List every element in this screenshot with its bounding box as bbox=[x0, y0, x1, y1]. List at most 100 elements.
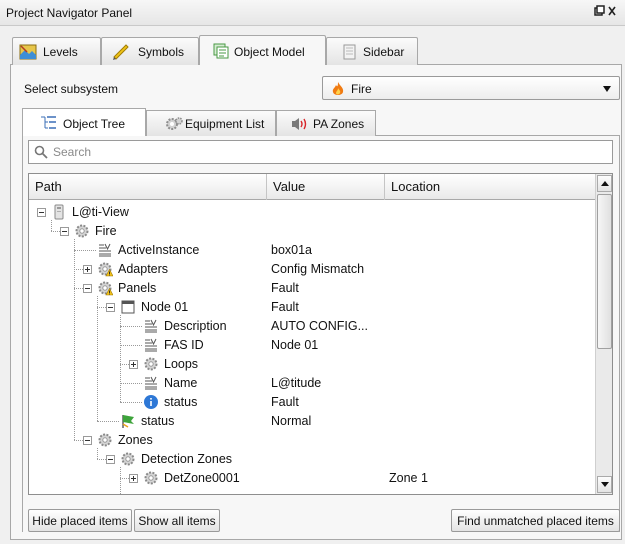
tab-label: Object Model bbox=[234, 45, 305, 59]
column-header-location[interactable]: Location bbox=[385, 174, 597, 200]
tree-row[interactable]: DetZone0001 Zone 1 bbox=[29, 469, 595, 488]
tree-row[interactable]: Name L@titude bbox=[29, 374, 595, 393]
gear-icon bbox=[97, 432, 113, 448]
tree-item-value: box01a bbox=[271, 243, 313, 257]
panel-title-bar: Project Navigator Panel bbox=[0, 0, 625, 26]
tree-item-value: AUTO CONFIG... bbox=[271, 319, 368, 333]
tree-item-name: Name bbox=[164, 376, 198, 390]
collapse-icon[interactable] bbox=[60, 227, 69, 236]
gear-icon bbox=[143, 356, 159, 372]
tree-row[interactable]: status Normal bbox=[29, 412, 595, 431]
panel-icon bbox=[120, 299, 136, 315]
tree-row[interactable]: Node 01 Fault bbox=[29, 298, 595, 317]
tree-item-name: Panels bbox=[118, 281, 157, 295]
show-all-items-button[interactable]: Show all items bbox=[134, 509, 220, 532]
gear-icon bbox=[120, 451, 136, 467]
tree-item-value: Config Mismatch bbox=[271, 262, 365, 276]
tree-header: Path Value Location bbox=[29, 174, 597, 200]
column-header-value[interactable]: Value bbox=[267, 174, 385, 200]
tab-object-tree[interactable]: Object Tree bbox=[22, 108, 146, 136]
symbols-icon bbox=[113, 44, 129, 60]
search-box bbox=[28, 140, 613, 164]
tab-label: Sidebar bbox=[363, 45, 405, 59]
column-label: Path bbox=[35, 179, 62, 194]
tab-symbols[interactable]: Symbols bbox=[101, 37, 199, 65]
collapse-icon[interactable] bbox=[37, 208, 46, 217]
tree-item-location: Zone 1 bbox=[389, 471, 428, 485]
tab-equipment-list[interactable]: Equipment List bbox=[146, 110, 276, 136]
column-label: Location bbox=[391, 179, 441, 194]
property-icon bbox=[97, 242, 113, 258]
gear-icon bbox=[74, 223, 90, 239]
server-icon bbox=[51, 204, 67, 220]
tree-item-name: Node 01 bbox=[141, 300, 189, 314]
tree-item-name: ActiveInstance bbox=[118, 243, 200, 257]
object-tree-view: Path Value Location L@ti-View Fire ActiveI… bbox=[28, 173, 613, 495]
select-subsystem-label: Select subsystem bbox=[24, 82, 119, 96]
tree-item-value: Fault bbox=[271, 300, 299, 314]
collapse-icon[interactable] bbox=[106, 303, 115, 312]
gear-warning-icon bbox=[97, 280, 114, 296]
tree-item-name: status bbox=[164, 395, 198, 409]
tree-item-name: status bbox=[141, 414, 175, 428]
property-icon bbox=[143, 318, 159, 334]
tree-item-name: L@ti-View bbox=[72, 205, 129, 219]
tree-item-name: Loops bbox=[164, 357, 199, 371]
search-input[interactable] bbox=[51, 143, 601, 161]
gear-warning-icon bbox=[97, 261, 114, 277]
property-icon bbox=[143, 375, 159, 391]
tree-row[interactable]: ActiveInstance box01a bbox=[29, 241, 595, 260]
chevron-down-icon bbox=[603, 86, 611, 92]
tab-sidebar[interactable]: Sidebar bbox=[326, 37, 418, 65]
collapse-icon[interactable] bbox=[83, 436, 92, 445]
subsystem-value: Fire bbox=[351, 82, 372, 96]
subsystem-select[interactable]: Fire bbox=[322, 76, 620, 100]
column-header-path[interactable]: Path bbox=[29, 174, 267, 200]
hide-placed-items-button[interactable]: Hide placed items bbox=[28, 509, 132, 532]
scroll-down-arrow[interactable] bbox=[597, 476, 612, 493]
scroll-thumb[interactable] bbox=[597, 194, 612, 349]
scroll-up-arrow[interactable] bbox=[597, 175, 612, 192]
float-icon[interactable] bbox=[593, 4, 617, 21]
tree-row[interactable]: Panels Fault bbox=[29, 279, 595, 298]
tree-item-name: Description bbox=[164, 319, 227, 333]
collapse-icon[interactable] bbox=[106, 455, 115, 464]
tree-row[interactable]: Description AUTO CONFIG... bbox=[29, 317, 595, 336]
gear-icon bbox=[143, 470, 159, 486]
sidebar-icon bbox=[343, 44, 356, 60]
tree-row[interactable]: FAS ID Node 01 bbox=[29, 336, 595, 355]
property-icon bbox=[143, 337, 159, 353]
tree-item-name: Zones bbox=[118, 433, 153, 447]
tree-row[interactable]: Zones bbox=[29, 431, 595, 450]
levels-map-icon bbox=[19, 44, 37, 60]
tree-row[interactable]: Detection Zones bbox=[29, 450, 595, 469]
tree-item-name: Detection Zones bbox=[141, 452, 233, 466]
expand-icon[interactable] bbox=[83, 265, 92, 274]
tab-levels[interactable]: Levels bbox=[12, 37, 101, 65]
gears-icon bbox=[166, 117, 183, 130]
tab-label: Object Tree bbox=[63, 117, 126, 131]
tree-row[interactable]: Loops bbox=[29, 355, 595, 374]
tab-pa-zones[interactable]: PA Zones bbox=[276, 110, 376, 136]
find-unmatched-placed-items-button[interactable]: Find unmatched placed items bbox=[451, 509, 620, 532]
info-icon bbox=[143, 394, 159, 410]
collapse-icon[interactable] bbox=[83, 284, 92, 293]
tree-item-name: DetZone0001 bbox=[164, 471, 240, 485]
expand-icon[interactable] bbox=[129, 360, 138, 369]
vertical-scrollbar[interactable] bbox=[595, 174, 612, 494]
tree-item-value: Fault bbox=[271, 395, 299, 409]
tree-item-name: Adapters bbox=[118, 262, 169, 276]
tree-row[interactable]: Fire bbox=[29, 222, 595, 241]
tree-row[interactable]: L@ti-View bbox=[29, 203, 595, 222]
tab-label: Levels bbox=[43, 45, 78, 59]
tree-item-value: L@titude bbox=[271, 376, 322, 390]
tab-object-model[interactable]: Object Model bbox=[199, 35, 326, 65]
expand-icon[interactable] bbox=[129, 474, 138, 483]
object-model-icon bbox=[213, 43, 229, 59]
column-label: Value bbox=[273, 179, 306, 194]
tree-item-name: Fire bbox=[95, 224, 117, 238]
tree-row[interactable]: status Fault bbox=[29, 393, 595, 412]
tree-list-icon bbox=[41, 116, 56, 129]
tree-row[interactable]: Adapters Config Mismatch bbox=[29, 260, 595, 279]
tree-item-name: FAS ID bbox=[164, 338, 204, 352]
